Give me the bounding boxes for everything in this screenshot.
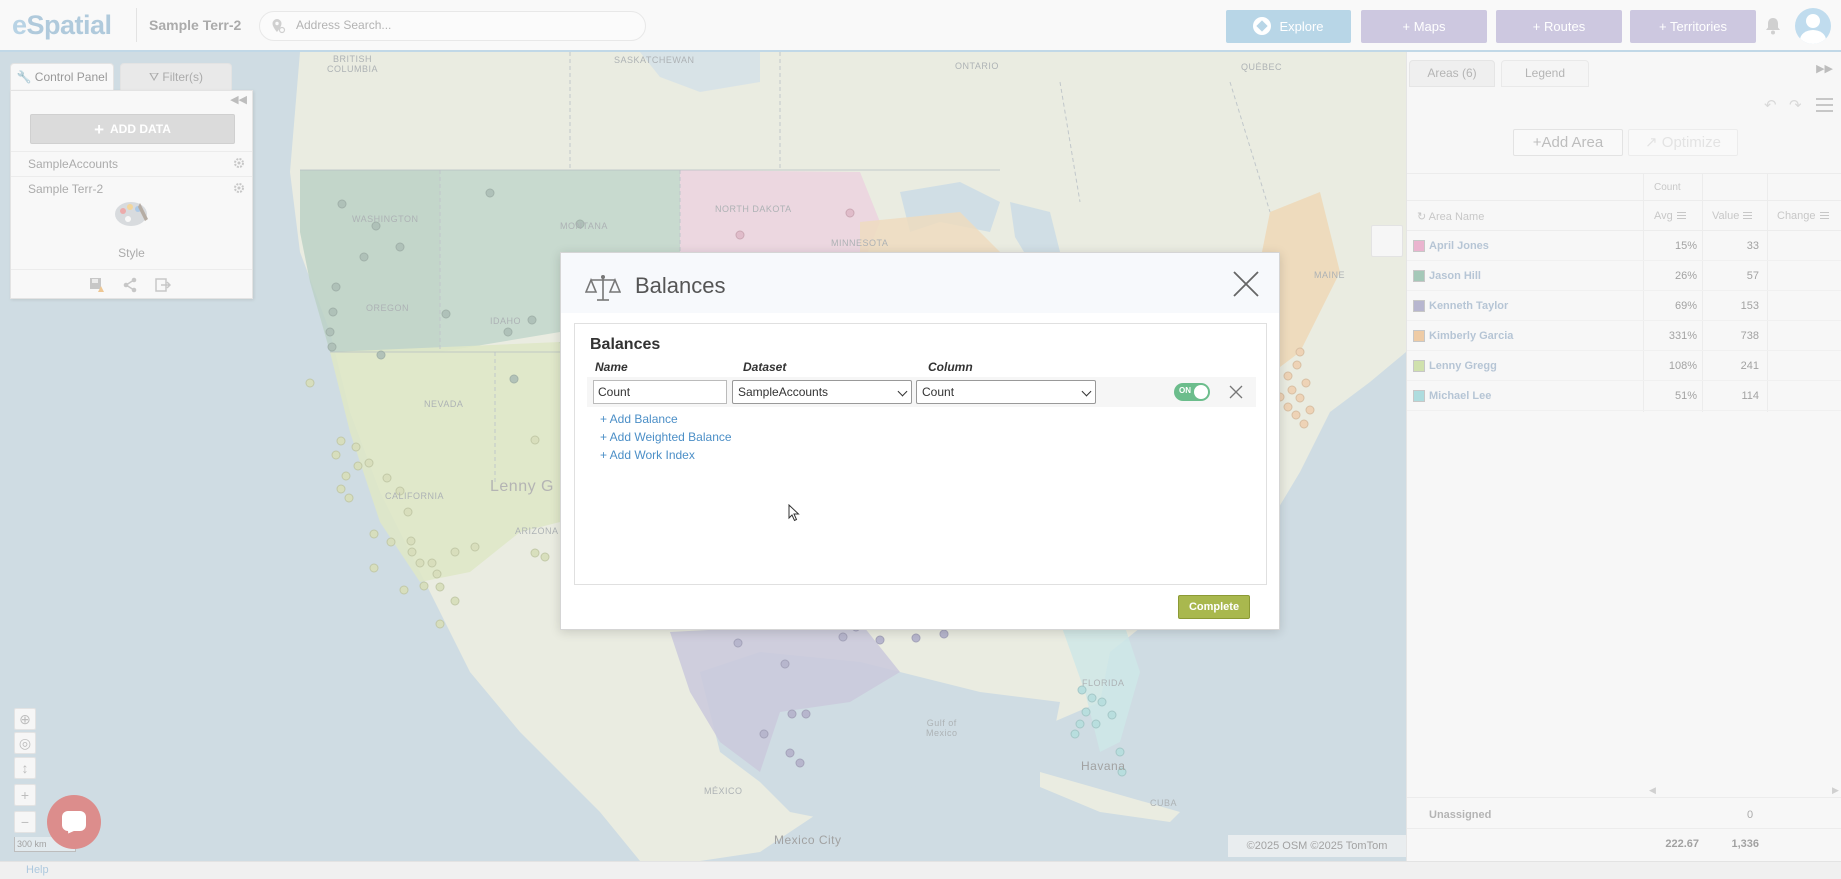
mouse-cursor-icon bbox=[788, 504, 800, 522]
column-select[interactable]: Count bbox=[916, 380, 1096, 404]
balances-dialog: Balances Balances Name Dataset Column Sa… bbox=[560, 252, 1280, 630]
balance-row: SampleAccounts Count ON bbox=[587, 377, 1256, 407]
dataset-select[interactable]: SampleAccounts bbox=[732, 380, 912, 404]
delete-row-icon[interactable] bbox=[1229, 385, 1243, 399]
balance-name-input[interactable] bbox=[593, 380, 727, 404]
column-header-dataset: Dataset bbox=[743, 360, 787, 374]
chevron-down-icon bbox=[897, 386, 908, 397]
add-work-index-link[interactable]: + Add Work Index bbox=[600, 448, 695, 462]
scale-balance-icon bbox=[585, 275, 621, 301]
toggle-knob bbox=[1194, 385, 1208, 399]
chevron-down-icon bbox=[1081, 386, 1092, 397]
section-title: Balances bbox=[590, 336, 661, 353]
balance-toggle[interactable]: ON bbox=[1174, 383, 1210, 401]
complete-button[interactable]: Complete bbox=[1178, 595, 1250, 619]
close-icon[interactable] bbox=[1232, 270, 1260, 298]
column-header-column: Column bbox=[928, 360, 973, 374]
column-header-name: Name bbox=[595, 360, 628, 374]
add-weighted-balance-link[interactable]: + Add Weighted Balance bbox=[600, 430, 732, 444]
dialog-body: Balances Name Dataset Column SampleAccou… bbox=[574, 323, 1267, 585]
add-balance-link[interactable]: + Add Balance bbox=[600, 412, 678, 426]
dialog-header: Balances bbox=[561, 253, 1279, 313]
dialog-title: Balances bbox=[635, 273, 726, 298]
